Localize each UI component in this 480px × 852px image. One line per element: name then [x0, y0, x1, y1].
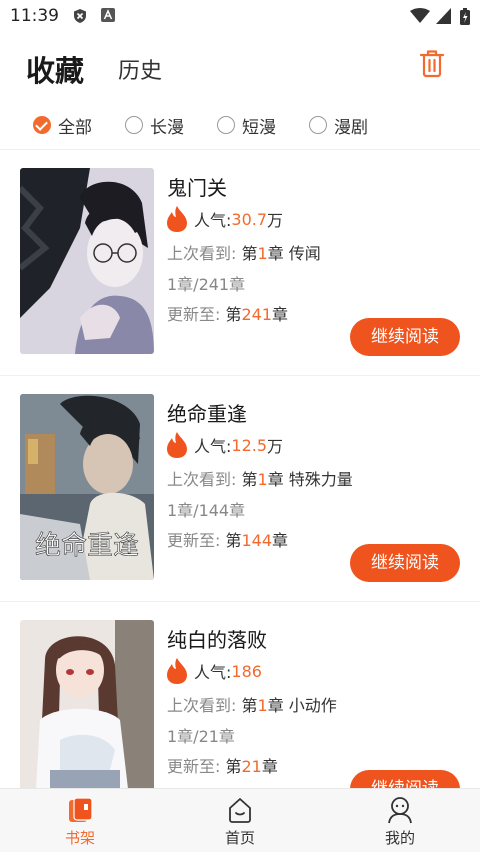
last-read-chapter: 1 — [257, 470, 268, 489]
filter-short-comic[interactable]: 短漫 — [217, 113, 276, 138]
radio-unchecked-icon — [217, 116, 235, 134]
popularity-value: 186 — [231, 661, 262, 681]
flame-icon — [167, 658, 187, 684]
comic-title[interactable]: 鬼门关 — [167, 172, 227, 201]
nav-home[interactable]: 首页 — [180, 789, 300, 852]
popularity: 人气: 186 — [166, 656, 262, 686]
popularity-value: 30.7 — [231, 209, 268, 229]
last-read-title: 小动作 — [283, 696, 337, 715]
filter-all[interactable]: 全部 — [33, 113, 92, 138]
popularity-label: 人气: — [194, 663, 232, 682]
chapter-prefix: 第 — [241, 696, 258, 715]
chapter-prefix: 第 — [225, 531, 242, 550]
filter-label: 长漫 — [150, 117, 184, 138]
flame-icon — [167, 432, 187, 458]
chapter-suffix: 章 — [272, 305, 289, 324]
tab-history[interactable]: 历史 — [118, 53, 162, 85]
radio-checked-icon — [33, 116, 51, 134]
last-read: 上次看到: 第1章 传闻 — [167, 240, 321, 264]
continue-reading-button[interactable]: 继续阅读 — [350, 318, 460, 356]
last-read-chapter: 1 — [257, 696, 268, 715]
trash-icon[interactable] — [418, 48, 446, 78]
read-progress: 1章/144章 — [167, 501, 246, 520]
popularity: 人气: 30.7 万 — [166, 204, 283, 234]
popularity-unit: 万 — [267, 437, 284, 456]
cover-title-text: 绝命重逢 — [35, 531, 139, 561]
update-status: 更新至: 第241章 — [167, 301, 288, 325]
filter-long-comic[interactable]: 长漫 — [125, 113, 184, 138]
nav-label: 首页 — [224, 829, 255, 847]
notification-a-icon — [101, 8, 115, 22]
popularity: 人气: 12.5 万 — [166, 430, 283, 460]
bottom-nav: 书架 首页 我的 — [0, 788, 480, 852]
chapter-suffix: 章 — [267, 696, 284, 715]
popularity-unit: 万 — [267, 211, 284, 230]
chapter-prefix: 第 — [225, 305, 242, 324]
radio-unchecked-icon — [125, 116, 143, 134]
continue-reading-button[interactable]: 继续阅读 — [350, 544, 460, 582]
nav-label: 我的 — [384, 829, 415, 847]
read-progress: 1章/241章 — [167, 275, 246, 294]
comic-title[interactable]: 绝命重逢 — [167, 398, 247, 427]
nav-label: 书架 — [64, 829, 95, 847]
nav-profile[interactable]: 我的 — [340, 789, 460, 852]
update-label: 更新至: — [167, 531, 226, 550]
comic-title[interactable]: 纯白的落败 — [167, 624, 267, 653]
last-read-title: 特殊力量 — [283, 470, 353, 489]
filter-label: 漫剧 — [334, 117, 368, 138]
popularity-label: 人气: — [194, 437, 232, 456]
chapter-prefix: 第 — [241, 470, 258, 489]
nav-bookshelf[interactable]: 书架 — [20, 789, 140, 852]
chapter-suffix: 章 — [267, 244, 284, 263]
latest-chapter: 144 — [241, 531, 273, 550]
filter-comic-drama[interactable]: 漫剧 — [309, 113, 368, 138]
last-read-title: 传闻 — [283, 244, 321, 263]
flame-icon — [167, 206, 187, 232]
filter-label: 全部 — [58, 117, 92, 138]
last-read-label: 上次看到: — [167, 244, 242, 263]
signal-icon — [436, 8, 451, 24]
chapter-suffix: 章 — [272, 531, 289, 550]
chapter-prefix: 第 — [241, 244, 258, 263]
last-read-chapter: 1 — [257, 244, 268, 263]
cover-image[interactable]: 绝命重逢 — [20, 394, 154, 580]
update-label: 更新至: — [167, 305, 226, 324]
read-progress: 1章/21章 — [167, 727, 235, 746]
status-time: 11:39 — [10, 6, 59, 26]
latest-chapter: 241 — [241, 305, 273, 324]
radio-unchecked-icon — [309, 116, 327, 134]
last-read-label: 上次看到: — [167, 470, 242, 489]
shield-icon — [74, 9, 86, 23]
cover-image[interactable] — [20, 620, 154, 806]
cover-image[interactable] — [20, 168, 154, 354]
filter-label: 短漫 — [242, 117, 276, 138]
update-label: 更新至: — [167, 757, 226, 776]
header: 收藏 历史 — [0, 34, 480, 98]
latest-chapter: 21 — [241, 757, 262, 776]
last-read: 上次看到: 第1章 小动作 — [167, 692, 337, 716]
tab-favorites[interactable]: 收藏 — [26, 48, 84, 90]
home-icon — [229, 798, 251, 823]
chapter-prefix: 第 — [225, 757, 242, 776]
profile-icon — [388, 797, 412, 824]
status-bar: 11:39 — [0, 0, 480, 34]
last-read-label: 上次看到: — [167, 696, 242, 715]
update-status: 更新至: 第21章 — [167, 753, 278, 777]
bookshelf-screen: 11:39 收藏 历史 全部 长漫 短漫 漫剧 鬼门关 人气: 30.7 万 上… — [0, 0, 480, 852]
battery-icon — [460, 8, 470, 25]
comic-card[interactable]: 鬼门关 人气: 30.7 万 上次看到: 第1章 传闻 1章/241章 更新至:… — [0, 150, 480, 376]
popularity-label: 人气: — [194, 211, 232, 230]
wifi-icon — [410, 8, 430, 23]
comic-card[interactable]: 绝命重逢 绝命重逢 人气: 12.5 万 上次看到: 第1章 特殊力量 1章/1… — [0, 376, 480, 602]
last-read: 上次看到: 第1章 特殊力量 — [167, 466, 353, 490]
popularity-value: 12.5 — [231, 435, 268, 455]
update-status: 更新至: 第144章 — [167, 527, 288, 551]
bookshelf-icon — [69, 797, 93, 822]
chapter-suffix: 章 — [261, 757, 278, 776]
chapter-suffix: 章 — [267, 470, 284, 489]
filter-bar: 全部 长漫 短漫 漫剧 — [0, 106, 480, 144]
